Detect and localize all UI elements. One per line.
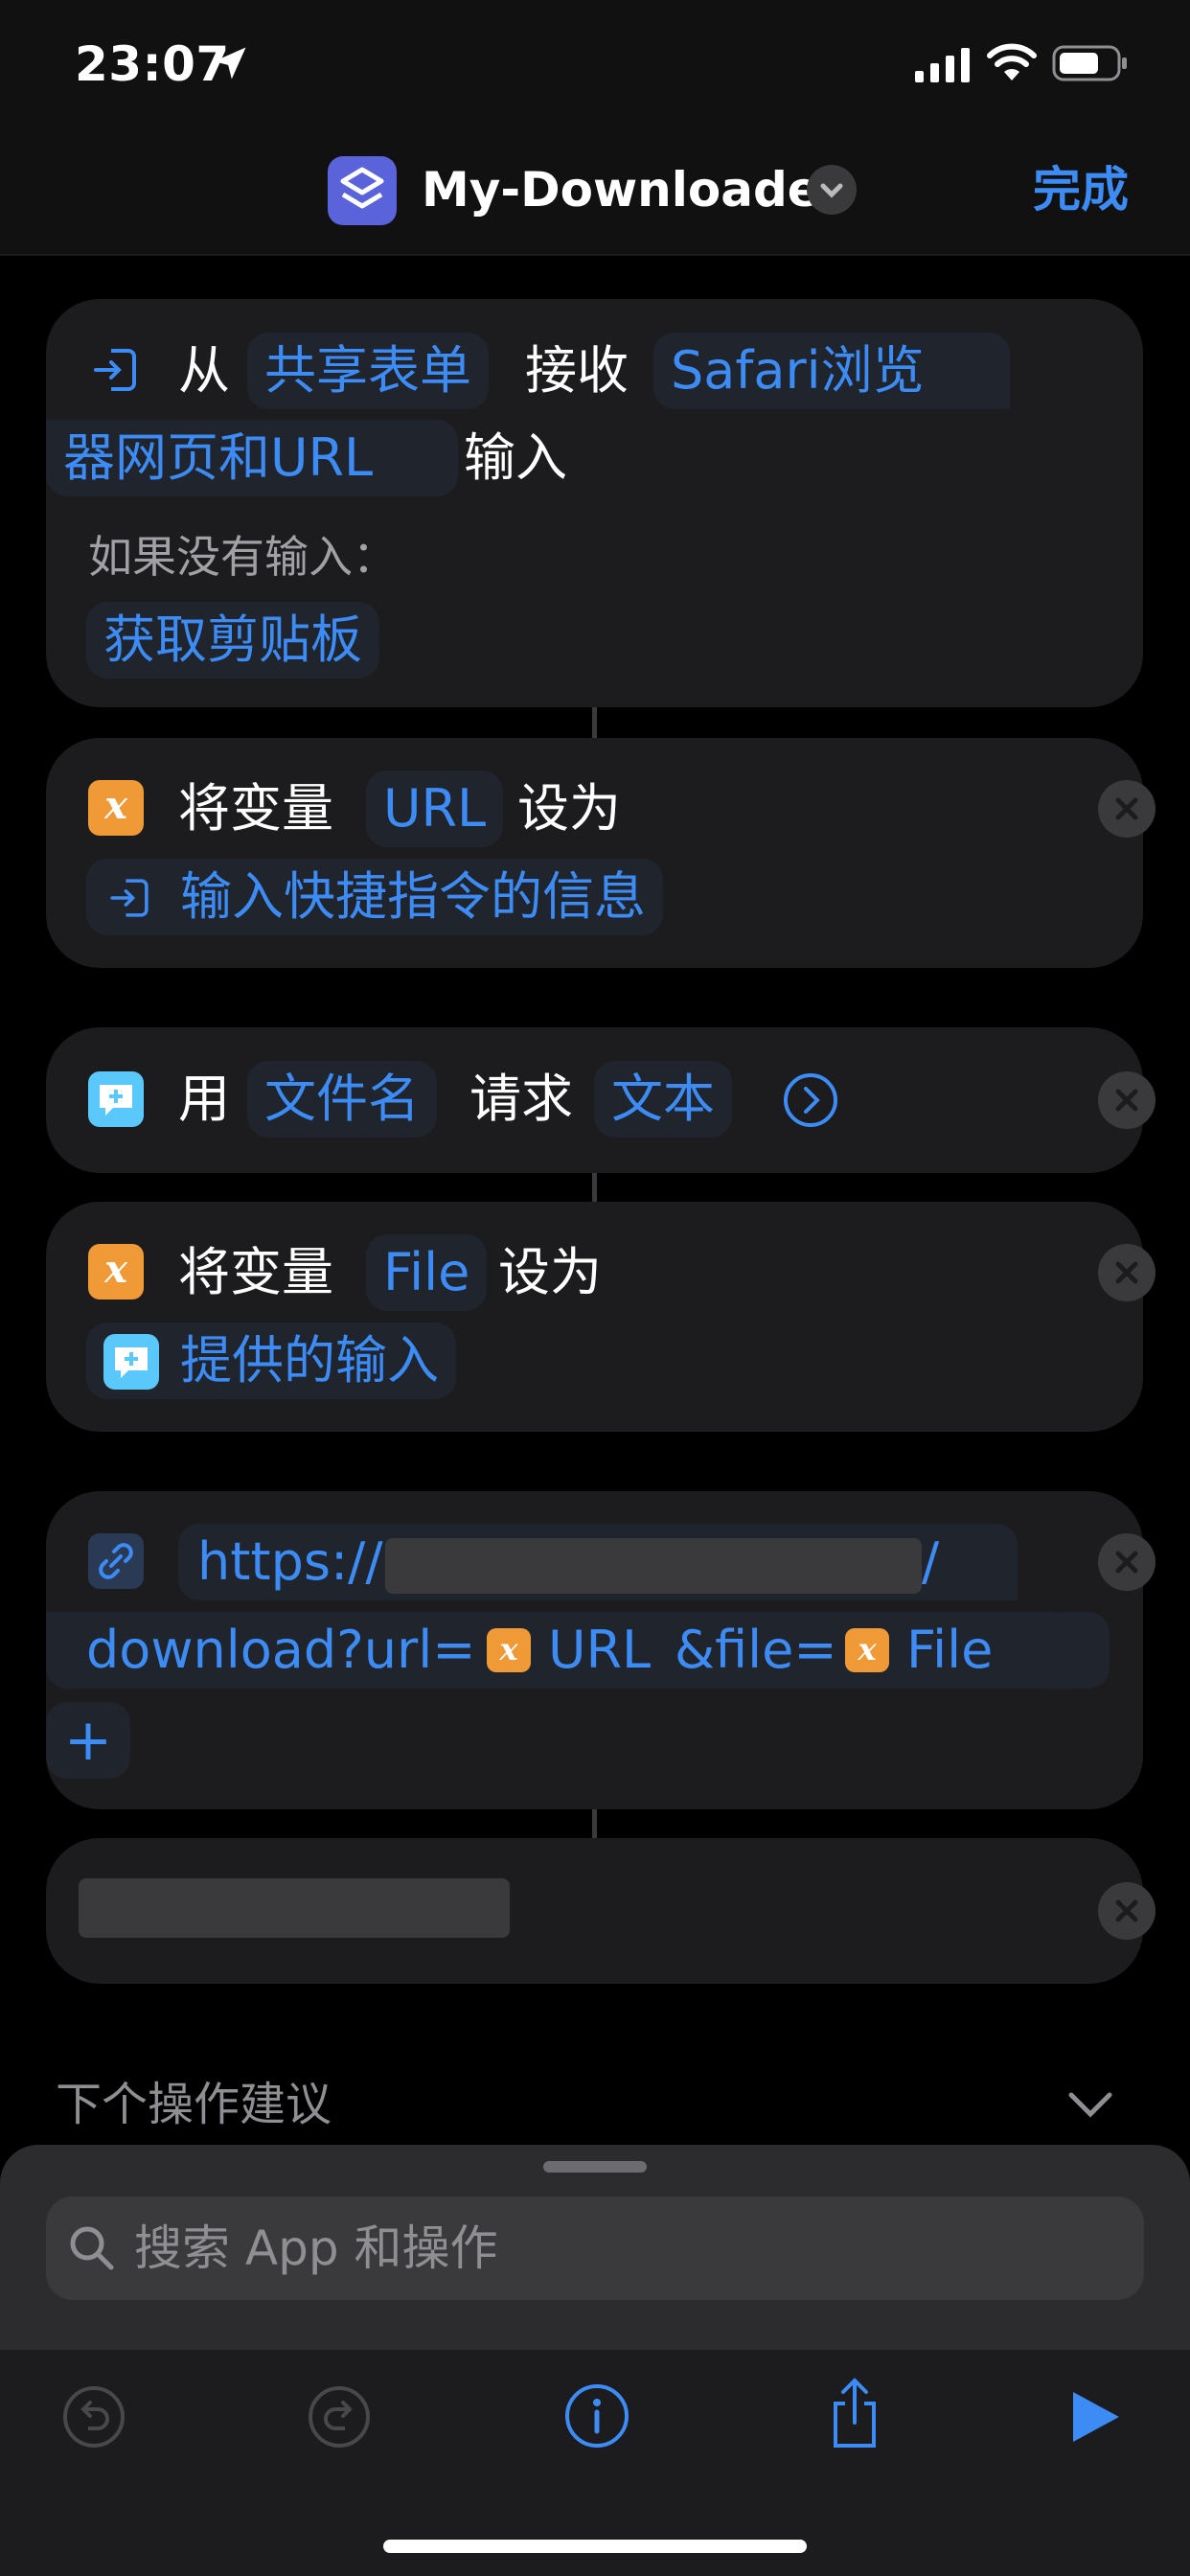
search-icon [70,2226,114,2270]
url-line2-continuation[interactable] [1042,1612,1110,1689]
set-variable-label: 将变量 [178,778,333,839]
redacted-url-host [385,1538,922,1594]
input-icon [110,879,149,917]
input-types-token-line1[interactable]: Safari浏览 [653,333,1010,409]
url-variable-ref[interactable]: URL [548,1617,651,1684]
chevron-down-icon[interactable] [1064,2085,1117,2124]
shortcut-title[interactable]: My-Downloader [422,159,843,220]
add-button[interactable]: + [46,1702,130,1779]
from-label: 从 [178,340,230,401]
chevron-right-circle-icon[interactable] [782,1071,839,1129]
done-button[interactable]: 完成 [1033,159,1129,220]
url-file-part: &file= [675,1620,837,1680]
close-icon[interactable] [1098,1882,1156,1940]
no-input-label: 如果没有输入： [88,531,397,583]
url-prefix: https:// [197,1531,383,1592]
url-slash: / [922,1531,940,1592]
variable-icon: x [487,1628,531,1672]
fallback-token[interactable]: 获取剪贴板 [86,602,379,678]
url-download-part: download?url= [86,1620,476,1680]
ask-input-icon [88,1071,144,1127]
file-variable-ref[interactable]: File [906,1617,993,1684]
location-arrow-icon [214,47,246,80]
connector-line [592,707,597,738]
prompt-token[interactable]: 文件名 [247,1061,437,1138]
set-to-label: 设为 [498,1242,602,1302]
home-indicator [383,2540,807,2553]
redacted-action-content [79,1878,510,1938]
variable-icon: x [845,1628,889,1672]
connector-line [592,1809,597,1838]
shortcut-icon[interactable] [328,156,397,225]
source-token[interactable]: 共享表单 [247,333,489,409]
input-type-token[interactable]: 文本 [594,1061,732,1138]
close-icon[interactable] [1098,1244,1156,1301]
file-variable-token[interactable]: File [366,1234,488,1311]
share-icon[interactable] [822,2375,887,2451]
connector-line [592,1173,597,1202]
play-icon[interactable] [1065,2388,1123,2446]
variable-icon: x [88,780,144,836]
variable-icon: x [88,1244,144,1300]
with-label: 用 [178,1069,230,1129]
set-to-label: 设为 [517,778,621,839]
search-placeholder: 搜索 App 和操作 [134,2220,498,2276]
request-label: 请求 [469,1069,573,1129]
ask-input-icon [103,1334,159,1390]
close-icon[interactable] [1098,780,1156,838]
undo-icon[interactable] [61,2384,126,2450]
url-variable-token[interactable]: URL [366,770,504,847]
set-variable-label: 将变量 [178,1242,333,1302]
chevron-down-icon[interactable] [807,165,857,215]
status-time: 23:07 [75,36,230,92]
cellular-signal-icon [915,48,970,82]
redo-icon[interactable] [307,2384,372,2450]
sheet-grabber[interactable] [543,2161,647,2173]
link-icon [88,1533,144,1589]
shortcut-input-token[interactable]: 输入快捷指令的信息 [86,859,663,935]
next-action-suggestions-label[interactable]: 下个操作建议 [56,2074,332,2135]
input-label: 输入 [464,427,567,488]
wifi-icon [987,43,1037,80]
input-icon [94,349,136,391]
info-icon[interactable] [563,2382,630,2450]
input-types-token-line2[interactable]: 器网页和URL [46,420,458,496]
close-icon[interactable] [1098,1071,1156,1129]
receive-label: 接收 [525,340,629,401]
battery-icon [1052,45,1127,81]
close-icon[interactable] [1098,1533,1156,1591]
